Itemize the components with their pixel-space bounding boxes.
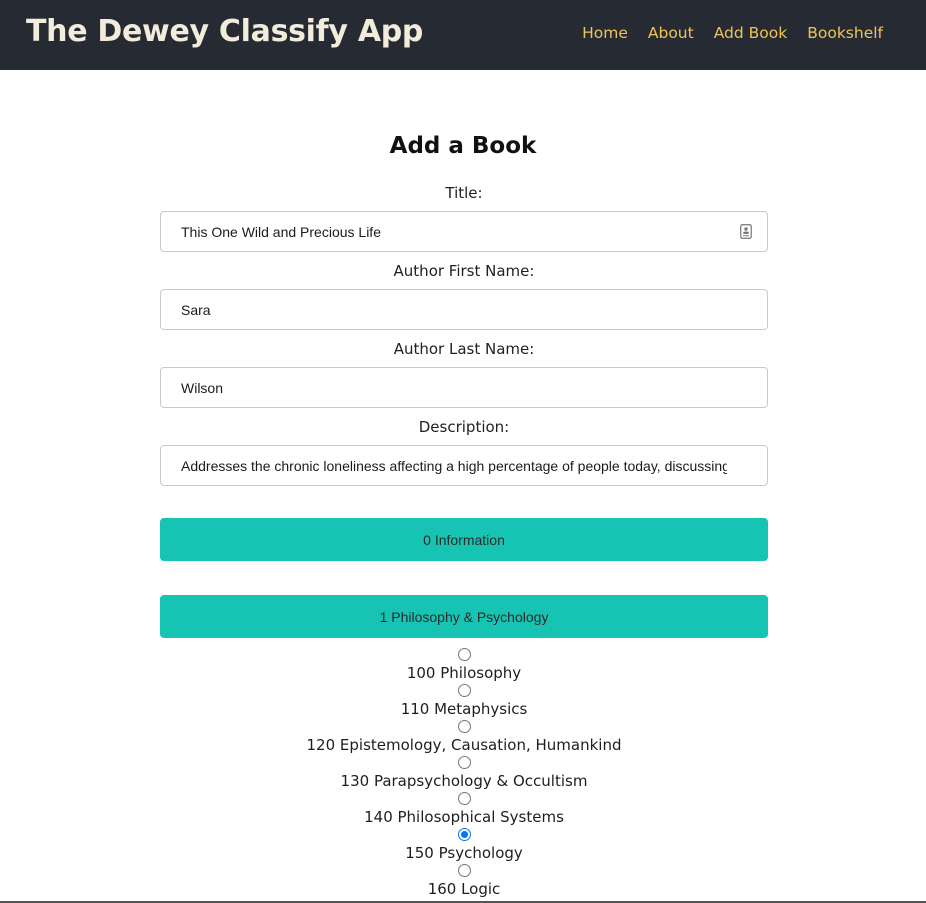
subclass-label-100[interactable]: 100 Philosophy	[160, 664, 768, 682]
subclass-label-140[interactable]: 140 Philosophical Systems	[160, 808, 768, 826]
subclass-label-160[interactable]: 160 Logic	[160, 880, 768, 898]
nav-link-home[interactable]: Home	[582, 24, 628, 42]
nav-link-about[interactable]: About	[648, 24, 694, 42]
nav-link-bookshelf[interactable]: Bookshelf	[807, 24, 883, 42]
subclass-radio-160[interactable]	[457, 864, 471, 877]
subclass-radio-100[interactable]	[457, 648, 471, 661]
subclass-option-110: 110 Metaphysics	[160, 684, 768, 718]
subclass-radio-130[interactable]	[457, 756, 471, 769]
first-name-label: Author First Name:	[393, 262, 535, 280]
last-name-label: Author Last Name:	[393, 340, 535, 358]
class-button-philosophy-psychology[interactable]: 1 Philosophy & Psychology	[160, 595, 768, 638]
subclass-radio-140[interactable]	[457, 792, 471, 805]
subclass-radio-150[interactable]	[457, 828, 471, 841]
first-name-input[interactable]	[160, 289, 768, 330]
subclass-label-130[interactable]: 130 Parapsychology & Occultism	[160, 772, 768, 790]
subclass-radio-110[interactable]	[457, 684, 471, 697]
subclass-option-140: 140 Philosophical Systems	[160, 792, 768, 826]
subclass-label-110[interactable]: 110 Metaphysics	[160, 700, 768, 718]
subclass-option-160: 160 Logic	[160, 864, 768, 898]
nav-links: Home About Add Book Bookshelf	[582, 24, 883, 42]
description-label: Description:	[418, 418, 510, 436]
navbar: The Dewey Classify App Home About Add Bo…	[0, 0, 926, 70]
title-label: Title:	[445, 184, 483, 202]
nav-link-add-book[interactable]: Add Book	[714, 24, 788, 42]
title-input[interactable]	[160, 211, 768, 252]
description-input[interactable]	[160, 445, 768, 486]
subclass-option-150: 150 Psychology	[160, 828, 768, 862]
subclass-option-130: 130 Parapsychology & Occultism	[160, 756, 768, 790]
class-button-information[interactable]: 0 Information	[160, 518, 768, 561]
page-title: Add a Book	[389, 133, 537, 159]
subclass-option-120: 120 Epistemology, Causation, Humankind	[160, 720, 768, 754]
last-name-input[interactable]	[160, 367, 768, 408]
subclass-radio-120[interactable]	[457, 720, 471, 733]
app-brand[interactable]: The Dewey Classify App	[26, 14, 423, 49]
contact-card-icon[interactable]	[740, 224, 752, 239]
subclass-option-100: 100 Philosophy	[160, 648, 768, 682]
subclass-label-120[interactable]: 120 Epistemology, Causation, Humankind	[160, 736, 768, 754]
subclass-label-150[interactable]: 150 Psychology	[160, 844, 768, 862]
